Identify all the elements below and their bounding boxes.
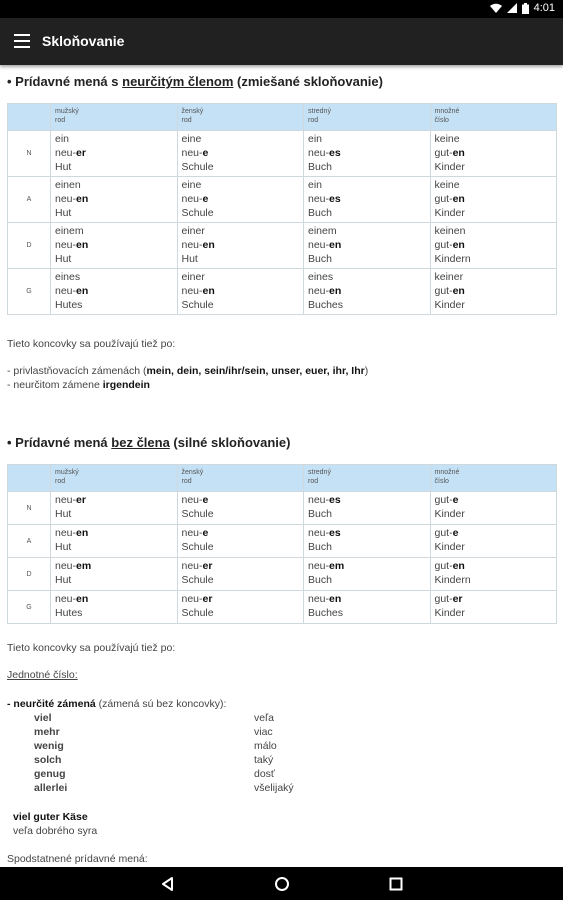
pronoun-sk: taký: [254, 754, 274, 766]
navigation-bar: [0, 867, 563, 900]
header-gender: stredný rod: [303, 103, 431, 131]
wifi-icon: [489, 3, 502, 13]
pronoun-de: viel: [34, 712, 52, 724]
table-cell: ein neu-er Hut: [50, 130, 178, 177]
table-row: Dneu-em Hut neu-er Schule neu-em Buch gut-en Ki…: [7, 557, 557, 591]
menu-icon[interactable]: [14, 34, 30, 48]
singular-label: Jednotné číslo:: [7, 669, 78, 681]
table-cell: gut-en Kindern: [429, 557, 557, 591]
table-cell: keine gut-en Kinder: [429, 176, 557, 223]
table-cell: neu-es Buch: [303, 491, 431, 525]
table-cell: gut-er Kinder: [429, 590, 557, 624]
case-label: N: [7, 130, 51, 177]
table-cell: neu-e Schule: [176, 524, 304, 558]
case-label: A: [7, 524, 51, 558]
recents-icon[interactable]: [386, 874, 406, 894]
header-gender: množné číslo: [429, 464, 557, 492]
header-gender: množné číslo: [429, 103, 557, 131]
table-cell: keinen gut-en Kindern: [429, 222, 557, 269]
table-cell: einer neu-en Hut: [176, 222, 304, 269]
table-row: Geines neu-en Hutes einer neu-en Schule eines n…: [7, 268, 557, 315]
example-de: viel guter Käse: [13, 811, 88, 823]
table-cell: neu-em Hut: [50, 557, 178, 591]
case-label: D: [7, 557, 51, 591]
table-row: Gneu-en Hutes neu-er Schule neu-en Buches gut-…: [7, 590, 557, 624]
table-cell: neu-er Schule: [176, 590, 304, 624]
case-label: N: [7, 491, 51, 525]
table-cell: neu-es Buch: [303, 524, 431, 558]
table-cell: eine neu-e Schule: [176, 130, 304, 177]
table-cell: keine gut-en Kinder: [429, 130, 557, 177]
note-indefinite: - neurčitom zámene irgendein: [7, 379, 150, 391]
table-cell: gut-e Kinder: [429, 524, 557, 558]
note-possessive: - privlastňovacích zámenách (mein, dein,…: [7, 365, 369, 377]
table-cell: neu-en Buches: [303, 590, 431, 624]
section-heading-mixed: • Prídavné mená s neurčitým členom (zmie…: [7, 74, 383, 89]
table-cell: einem neu-en Hut: [50, 222, 178, 269]
table-row: Nneu-er Hut neu-e Schule neu-es Buch gut-e Kind…: [7, 491, 557, 525]
table-cell: neu-e Schule: [176, 491, 304, 525]
table-row: Aeinen neu-en Hut eine neu-e Schule ein neu-es B…: [7, 176, 557, 223]
pronoun-sk: dosť: [254, 768, 275, 780]
table-row: Nein neu-er Hut eine neu-e Schule ein neu-es Buc…: [7, 130, 557, 177]
pronoun-de: solch: [34, 754, 62, 766]
header-gender: stredný rod: [303, 464, 431, 492]
table-cell: einen neu-en Hut: [50, 176, 178, 223]
status-time: 4:01: [533, 2, 555, 14]
table-row: Deinem neu-en Hut einer neu-en Hut einem neu-en…: [7, 222, 557, 269]
note-intro-2: Tieto koncovky sa používajú tiež po:: [7, 642, 176, 654]
home-icon[interactable]: [272, 874, 292, 894]
back-icon[interactable]: [158, 874, 178, 894]
section-heading-strong: • Prídavné mená bez člena (silné skloňov…: [7, 435, 291, 450]
table-cell: gut-e Kinder: [429, 491, 557, 525]
pronoun-sk: viac: [254, 726, 273, 738]
table-cell: neu-en Hut: [50, 524, 178, 558]
table-cell: keiner gut-en Kinder: [429, 268, 557, 315]
note-intro: Tieto koncovky sa používajú tiež po:: [7, 338, 176, 350]
declension-table-strong: mužský rod ženský rod stredný rod množné číslo …: [7, 464, 557, 624]
battery-icon: [521, 2, 529, 14]
example-sk: veľa dobrého syra: [13, 825, 98, 837]
table-cell: ein neu-es Buch: [303, 130, 431, 177]
table-cell: neu-er Hut: [50, 491, 178, 525]
content-scroll[interactable]: • Prídavné mená s neurčitým členom (zmie…: [0, 65, 563, 867]
nominal-label: Spodstatnené prídavné mená:: [7, 853, 148, 865]
pronoun-list-sk: veľa viac málo taký dosť všelijaký: [254, 711, 294, 795]
table-cell: eines neu-en Hutes: [50, 268, 178, 315]
header-gender: ženský rod: [176, 103, 304, 131]
table-cell: eine neu-e Schule: [176, 176, 304, 223]
header-gender: ženský rod: [176, 464, 304, 492]
header-case: [7, 103, 51, 131]
signal-icon: [506, 3, 517, 13]
case-label: G: [7, 268, 51, 315]
table-cell: ein neu-es Buch: [303, 176, 431, 223]
header-case: [7, 464, 51, 492]
pronoun-de: mehr: [34, 726, 60, 738]
table-cell: neu-er Schule: [176, 557, 304, 591]
case-label: D: [7, 222, 51, 269]
status-bar: 4:01: [0, 0, 563, 18]
page-title: Skloňovanie: [42, 33, 125, 49]
pronoun-de: genug: [34, 768, 66, 780]
pronoun-note: - neurčité zámená (zámená sú bez koncovk…: [7, 698, 227, 710]
table-row: Aneu-en Hut neu-e Schule neu-es Buch gut-e Kind…: [7, 524, 557, 558]
table-cell: eines neu-en Buches: [303, 268, 431, 315]
header-gender: mužský rod: [50, 103, 178, 131]
pronoun-de: allerlei: [34, 782, 68, 794]
app-bar: Skloňovanie: [0, 18, 563, 65]
case-label: A: [7, 176, 51, 223]
pronoun-list-de: viel mehr wenig solch genug allerlei: [34, 711, 67, 795]
pronoun-sk: veľa: [254, 712, 274, 724]
table-cell: neu-em Buch: [303, 557, 431, 591]
table-cell: einem neu-en Buch: [303, 222, 431, 269]
pronoun-sk: všelijaký: [254, 782, 294, 794]
declension-table-mixed: mužský rod ženský rod stredný rod množné číslo …: [7, 103, 557, 315]
table-cell: einer neu-en Schule: [176, 268, 304, 315]
table-cell: neu-en Hutes: [50, 590, 178, 624]
case-label: G: [7, 590, 51, 624]
pronoun-de: wenig: [34, 740, 64, 752]
header-gender: mužský rod: [50, 464, 178, 492]
pronoun-sk: málo: [254, 740, 277, 752]
